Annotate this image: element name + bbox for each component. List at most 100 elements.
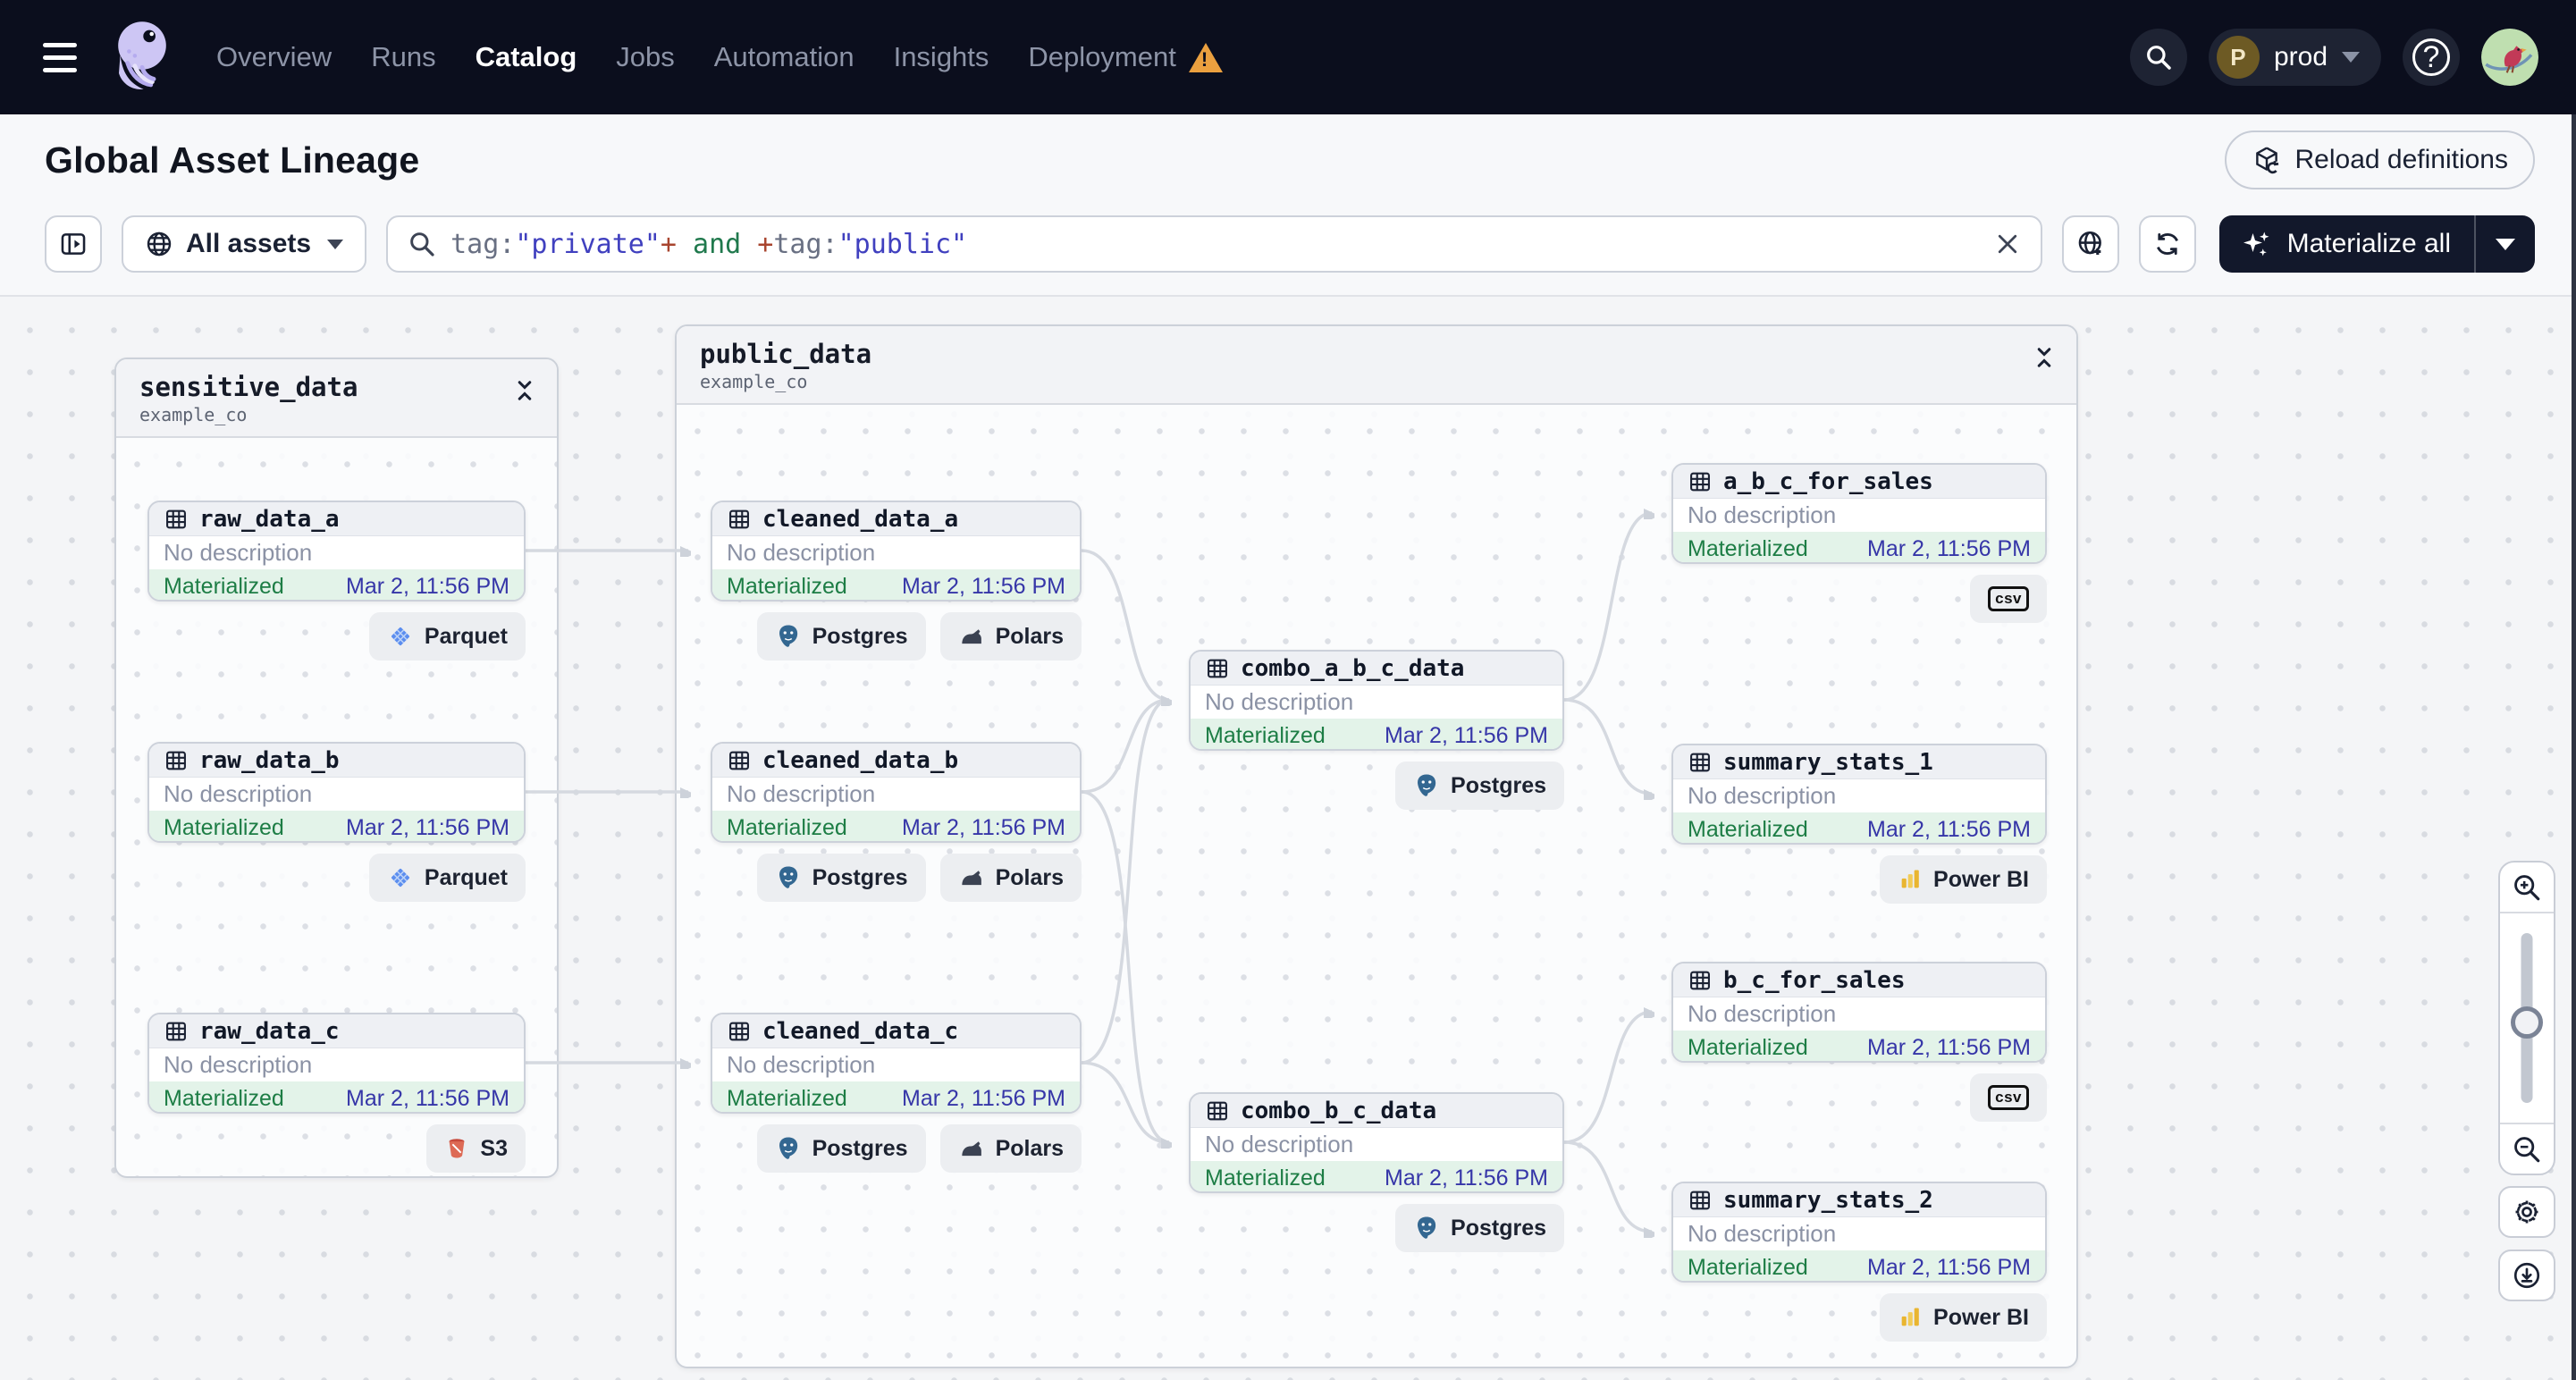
table-icon [1690,1191,1710,1209]
asset-description: No description [1688,782,1837,809]
asset-description: No description [164,780,313,807]
lineage-canvas[interactable]: sensitive_data example_co public_data ex… [0,297,2576,1380]
nav-item-catalog[interactable]: Catalog [476,41,577,73]
asset-name: cleaned_data_a [762,505,959,533]
graph-settings-button[interactable] [2498,1186,2555,1238]
asset-node-a-b-c-for-sales[interactable]: a_b_c_for_sales No description Materiali… [1671,463,2047,564]
table-icon [1208,1101,1227,1120]
zoom-out-icon [2514,1136,2540,1162]
refresh-button[interactable] [2138,215,2196,273]
asset-name: cleaned_data_b [762,746,959,774]
materialization-timestamp: Mar 2, 11:56 PM [346,1085,509,1111]
zoom-in-button[interactable] [2500,862,2554,913]
caret-down-icon [2496,238,2515,250]
hamburger-menu-icon[interactable] [43,42,82,72]
reload-definitions-button[interactable]: Reload definitions [2224,130,2535,189]
asset-description: No description [1688,1220,1837,1247]
kind-badge-polars[interactable]: Polars [939,1124,1082,1173]
asset-description: No description [164,1051,313,1078]
asset-filter-input[interactable]: tag:"private"+ and +tag:"public" [386,215,2042,273]
kind-badge-csv[interactable]: csv [1970,575,2047,623]
kind-badge-polars[interactable]: Polars [939,854,1082,902]
kind-badge-parquet[interactable]: Parquet [368,612,526,661]
asset-node-combo-b-c-data[interactable]: combo_b_c_data No description Materializ… [1189,1092,1564,1193]
kind-badge-powerbi[interactable]: Power BI [1880,855,2047,904]
group-name: sensitive_data [139,372,358,402]
zoom-out-button[interactable] [2500,1123,2554,1174]
asset-description: No description [1205,1131,1354,1157]
zoom-slider-thumb[interactable] [2511,1006,2543,1039]
reload-definitions-label: Reload definitions [2294,145,2509,174]
kind-badge-postgres[interactable]: Postgres [756,854,926,902]
csv-icon: csv [1988,1085,2029,1110]
asset-node-summary-stats-1[interactable]: summary_stats_1 No description Materiali… [1671,744,2047,845]
asset-node-raw-data-b[interactable]: raw_data_b No description Materialized Ma… [147,742,526,843]
status-badge: Materialized [1688,816,1808,842]
asset-name: a_b_c_for_sales [1723,467,1933,495]
kind-badge-postgres[interactable]: Postgres [1395,762,1564,810]
asset-description: No description [727,780,876,807]
kind-badge-postgres[interactable]: Postgres [756,612,926,661]
asset-description: No description [1688,501,1837,528]
fit-view-button[interactable] [2061,215,2119,273]
asset-node-cleaned-data-c[interactable]: cleaned_data_c No description Materializ… [711,1013,1082,1114]
asset-node-summary-stats-2[interactable]: summary_stats_2 No description Materiali… [1671,1182,2047,1283]
parquet-icon [391,868,409,888]
global-search-button[interactable] [2129,29,2187,86]
kind-badge-postgres[interactable]: Postgres [756,1124,926,1173]
asset-node-b-c-for-sales[interactable]: b_c_for_sales No description Materialize… [1671,962,2047,1063]
kind-badge-parquet[interactable]: Parquet [368,854,526,902]
asset-node-cleaned-data-a[interactable]: cleaned_data_a No description Materializ… [711,501,1082,602]
csv-icon: csv [1988,586,2029,611]
asset-scope-dropdown[interactable]: All assets [122,215,367,273]
materialization-timestamp: Mar 2, 11:56 PM [1385,722,1548,748]
lineage-toolbar: All assets tag:"private"+ and +tag:"publ… [0,206,2576,297]
materialize-all-label: Materialize all [2286,229,2451,258]
bird-avatar-icon [2481,29,2538,86]
environment-switcher[interactable]: P prod [2208,29,2381,86]
asset-name: raw_data_b [199,746,340,774]
download-icon [2513,1262,2540,1289]
asset-description: No description [1688,1000,1837,1027]
asset-node-raw-data-c[interactable]: raw_data_c No description Materialized Ma… [147,1013,526,1114]
asset-name: summary_stats_2 [1723,1186,1933,1214]
materialization-timestamp: Mar 2, 11:56 PM [1867,816,2031,842]
chevron-down-icon [327,239,344,249]
open-panel-button[interactable] [45,215,102,273]
nav-item-runs[interactable]: Runs [371,41,435,73]
asset-node-combo-a-b-c-data[interactable]: combo_a_b_c_data No description Material… [1189,650,1564,751]
nav-item-overview[interactable]: Overview [216,41,332,73]
collapse-group-button[interactable] [514,372,535,408]
help-button[interactable]: ? [2403,29,2460,86]
kind-badge-powerbi[interactable]: Power BI [1880,1293,2047,1342]
asset-node-cleaned-data-b[interactable]: cleaned_data_b No description Materializ… [711,742,1082,843]
table-icon [1690,971,1710,989]
reload-cube-icon [2255,147,2278,174]
kind-badge-postgres[interactable]: Postgres [1395,1204,1564,1252]
status-badge: Materialized [1205,1165,1326,1191]
nav-item-insights[interactable]: Insights [894,41,989,73]
materialize-all-button[interactable]: Materialize all [2219,215,2474,273]
vertical-scrollbar[interactable] [2572,114,2576,1380]
nav-item-automation[interactable]: Automation [714,41,854,73]
dagster-logo-icon[interactable] [107,14,177,100]
kind-badge-polars[interactable]: Polars [939,612,1082,661]
postgres-icon [1418,774,1436,796]
chevron-down-icon [2342,52,2360,63]
clear-filter-button[interactable] [1994,231,2021,257]
user-avatar[interactable] [2481,29,2538,86]
nav-links: Overview Runs Catalog Jobs Automation In… [216,41,1223,73]
kind-badge-csv[interactable]: csv [1970,1073,2047,1122]
postgres-icon [779,625,797,647]
status-badge: Materialized [164,814,284,840]
table-icon [166,509,186,528]
table-icon [1690,472,1710,491]
asset-node-raw-data-a[interactable]: raw_data_a No description Materialized Ma… [147,501,526,602]
download-image-button[interactable] [2498,1250,2555,1301]
nav-item-jobs[interactable]: Jobs [616,41,674,73]
kind-badge-s3[interactable]: S3 [426,1124,526,1173]
materialize-options-button[interactable] [2476,215,2535,273]
page-header: Global Asset Lineage Reload definitions [0,114,2576,206]
nav-item-deployment[interactable]: Deployment [1028,41,1175,73]
collapse-group-button[interactable] [2033,339,2055,375]
